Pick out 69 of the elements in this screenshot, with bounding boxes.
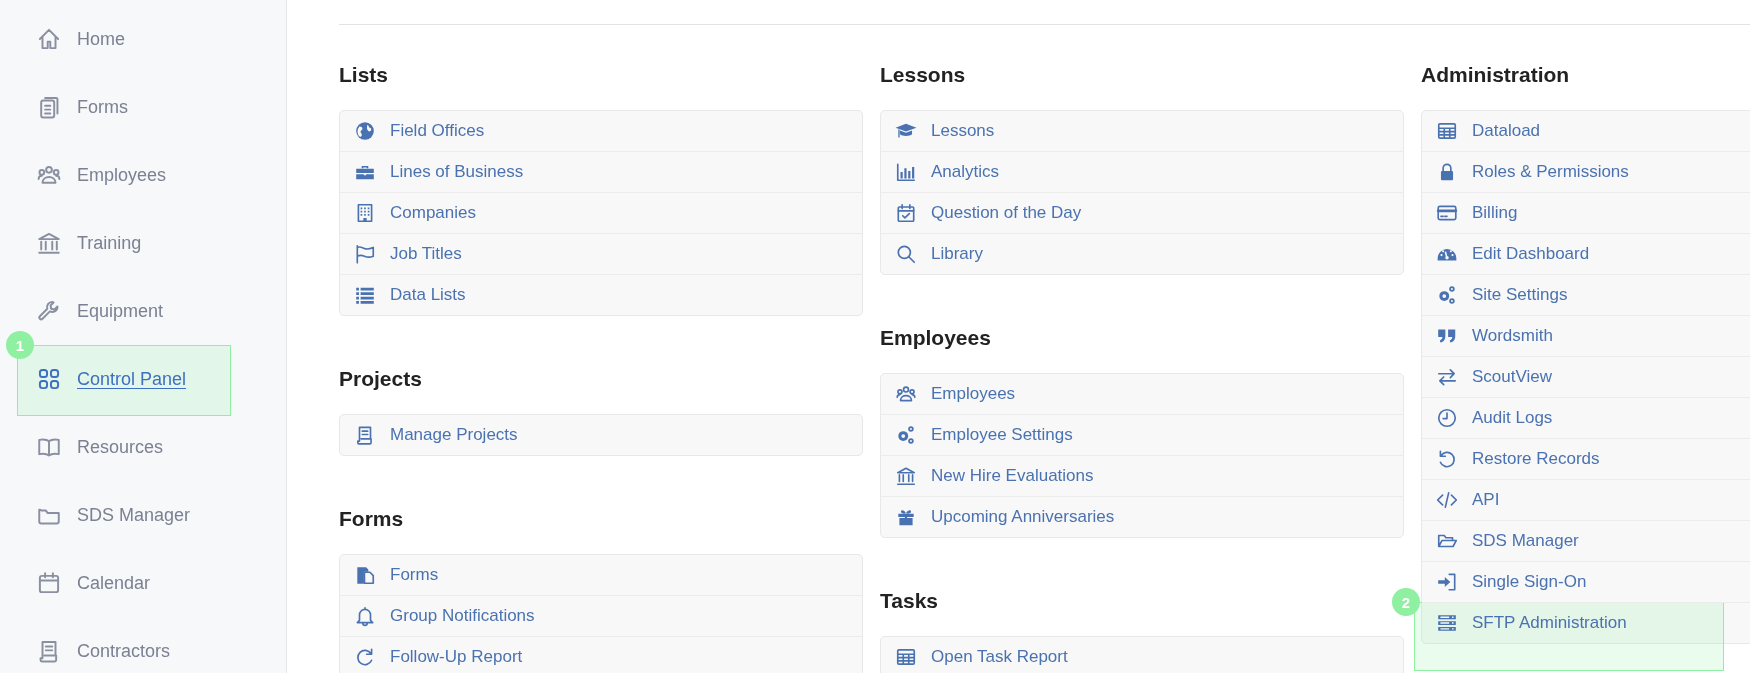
- table-icon: [1436, 120, 1458, 142]
- panel-link[interactable]: Companies: [340, 192, 862, 233]
- panel-link[interactable]: Edit Dashboard: [1422, 233, 1750, 274]
- section-heading: Forms: [339, 506, 405, 532]
- panel-link[interactable]: Library: [881, 233, 1403, 274]
- bar-chart-icon: [895, 161, 917, 183]
- panel-link[interactable]: Question of the Day: [881, 192, 1403, 233]
- section-heading: Administration: [1421, 62, 1571, 88]
- calendar-icon: [36, 570, 62, 596]
- calendar-check-icon: [895, 202, 917, 224]
- sidebar-item[interactable]: Home: [36, 5, 286, 73]
- bell-icon: [354, 605, 376, 627]
- panel-link[interactable]: Data Lists: [340, 274, 862, 315]
- panel-link[interactable]: Employee Settings: [881, 414, 1403, 455]
- arrows-icon: [1436, 366, 1458, 388]
- sidebar-item[interactable]: Resources: [36, 413, 286, 481]
- panel-link[interactable]: SDS Manager: [1422, 520, 1750, 561]
- panel-link[interactable]: Group Notifications: [340, 595, 862, 636]
- bank-icon: [895, 465, 917, 487]
- panel-link[interactable]: Restore Records: [1422, 438, 1750, 479]
- server-icon: [1436, 612, 1458, 634]
- panel-link[interactable]: Single Sign-On: [1422, 561, 1750, 602]
- panel-link[interactable]: API: [1422, 479, 1750, 520]
- grid-icon: [36, 366, 62, 392]
- sidebar-item[interactable]: Equipment: [36, 277, 286, 345]
- panel-link[interactable]: Site Settings: [1422, 274, 1750, 315]
- section-heading: Tasks: [880, 588, 939, 614]
- globe-icon: [354, 120, 376, 142]
- section-heading: Lists: [339, 62, 389, 88]
- section-heading: Employees: [880, 325, 992, 351]
- panel-link[interactable]: Wordsmith: [1422, 315, 1750, 356]
- table-icon: [895, 646, 917, 668]
- panel-link[interactable]: Lines of Business: [340, 151, 862, 192]
- panel-link[interactable]: Roles & Permissions: [1422, 151, 1750, 192]
- bank-icon: [36, 230, 62, 256]
- panel-link[interactable]: Billing: [1422, 192, 1750, 233]
- sidebar-item[interactable]: SDS Manager: [36, 481, 286, 549]
- panel-link[interactable]: Analytics: [881, 151, 1403, 192]
- sidebar-item[interactable]: Employees: [36, 141, 286, 209]
- section-heading: Projects: [339, 366, 423, 392]
- panel-link[interactable]: SFTP Administration: [1422, 602, 1750, 643]
- step-badge: 1: [6, 331, 34, 359]
- search-icon: [895, 243, 917, 265]
- panel-link[interactable]: New Hire Evaluations: [881, 455, 1403, 496]
- sidebar-item[interactable]: Calendar: [36, 549, 286, 617]
- sign-in-icon: [1436, 571, 1458, 593]
- sidebar-item[interactable]: Contractors: [36, 617, 286, 673]
- panel-link[interactable]: Employees: [881, 374, 1403, 414]
- panel-link[interactable]: Follow-Up Report: [340, 636, 862, 673]
- code-icon: [1436, 489, 1458, 511]
- panel-link[interactable]: Audit Logs: [1422, 397, 1750, 438]
- panel-link[interactable]: Job Titles: [340, 233, 862, 274]
- panel-link[interactable]: Open Task Report: [881, 637, 1403, 673]
- clock-icon: [1436, 407, 1458, 429]
- panel-link[interactable]: Upcoming Anniversaries: [881, 496, 1403, 537]
- panel-link[interactable]: Forms: [340, 555, 862, 595]
- documents-icon: [354, 564, 376, 586]
- panel-link[interactable]: Manage Projects: [340, 415, 862, 455]
- sidebar-item[interactable]: Forms: [36, 73, 286, 141]
- step-badge: 2: [1392, 588, 1420, 616]
- panel-link[interactable]: ScoutView: [1422, 356, 1750, 397]
- house-icon: [36, 26, 62, 52]
- sidebar-item[interactable]: Training: [36, 209, 286, 277]
- section-heading: Lessons: [880, 62, 967, 88]
- panel-link[interactable]: Field Offices: [340, 111, 862, 151]
- panel-link[interactable]: Dataload: [1422, 111, 1750, 151]
- panel-link[interactable]: Lessons: [881, 111, 1403, 151]
- flag-icon: [354, 243, 376, 265]
- sidebar-item[interactable]: Control Panel: [36, 345, 286, 413]
